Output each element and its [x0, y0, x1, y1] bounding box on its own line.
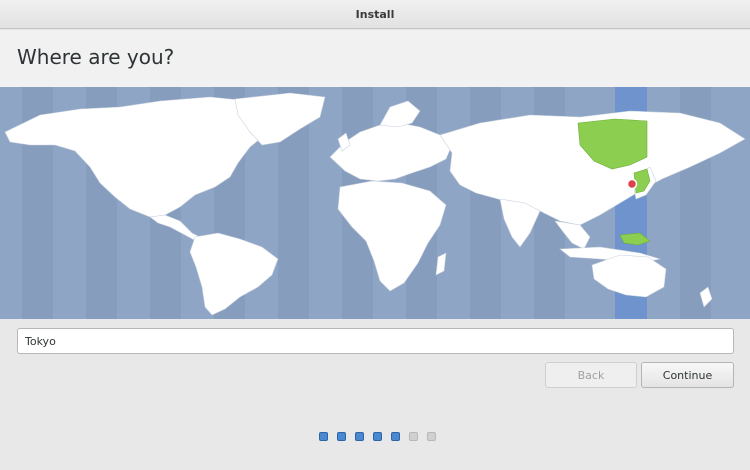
- step-dot-complete: [373, 432, 382, 441]
- step-progress-indicator: [319, 432, 436, 441]
- continue-button[interactable]: Continue: [641, 362, 734, 388]
- page-header: Where are you?: [0, 30, 750, 87]
- timezone-map[interactable]: [0, 87, 750, 319]
- location-input[interactable]: [17, 328, 734, 354]
- step-dot-complete: [355, 432, 364, 441]
- back-button[interactable]: Back: [545, 362, 637, 388]
- title-bar: Install: [0, 0, 750, 29]
- window-title: Install: [355, 7, 395, 21]
- step-dot-pending: [427, 432, 436, 441]
- step-dot-pending: [409, 432, 418, 441]
- step-dot-current: [391, 432, 400, 441]
- step-dot-complete: [319, 432, 328, 441]
- world-map-graphic[interactable]: [0, 87, 750, 319]
- page-title: Where are you?: [17, 45, 175, 69]
- step-dot-complete: [337, 432, 346, 441]
- location-pin-icon: [626, 178, 638, 190]
